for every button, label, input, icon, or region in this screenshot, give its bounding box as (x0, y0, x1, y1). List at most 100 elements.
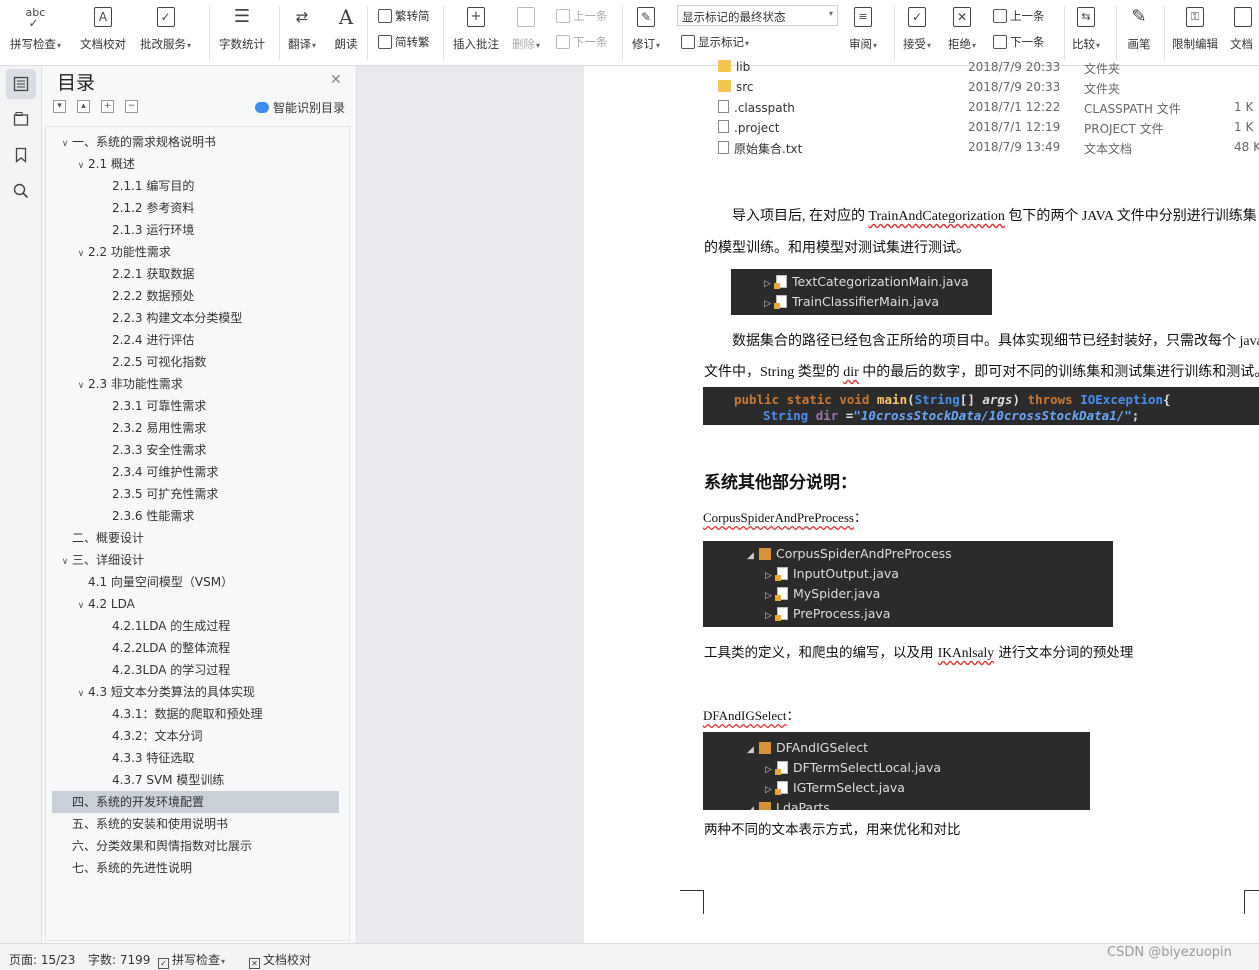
tree-item: ▷ IGTermSelect.java (765, 780, 905, 795)
spellcheck-button[interactable]: abc ✓ 拼写检查▾ (10, 4, 61, 52)
file-type: PROJECT 文件 (1084, 122, 1164, 136)
compare-icon: ⇆ (1073, 4, 1099, 30)
read-aloud-button[interactable]: A 朗读 (333, 4, 359, 52)
toc-icon[interactable] (6, 69, 36, 99)
toc-item[interactable]: 2.2.4 进行评估 (46, 329, 346, 351)
toc-item-label: 4.3.3 特征选取 (112, 751, 195, 765)
toc-item[interactable]: 2.1.3 运行环境 (46, 219, 346, 241)
chevron-down-icon[interactable]: ∨ (74, 155, 88, 177)
trad-to-simp-button[interactable]: 繁转简 (378, 8, 430, 24)
chevron-down-icon[interactable]: ∨ (58, 133, 72, 155)
code-line: String dir ="10crossStockData/10crossSto… (763, 408, 1140, 423)
toc-item[interactable]: 4.3.3 特征选取 (46, 747, 346, 769)
simp-to-trad-button[interactable]: 简转繁 (378, 34, 430, 50)
toc-item-label: 2.3.1 可靠性需求 (112, 399, 207, 413)
reject-button[interactable]: ✕ 拒绝▾ (948, 4, 976, 52)
toc-item[interactable]: 2.1.1 编写目的 (46, 175, 346, 197)
toc-item[interactable]: 4.1 向量空间模型（VSM） (46, 571, 346, 593)
add-level-icon[interactable]: + (101, 100, 114, 113)
file-icon (718, 120, 729, 133)
toc-item[interactable]: 4.2.2LDA 的整体流程 (46, 637, 346, 659)
toc-item[interactable]: 二、概要设计 (46, 527, 346, 549)
toc-item[interactable]: ∨ 三、详细设计 (46, 549, 346, 571)
toc-item[interactable]: 2.2.5 可视化指数 (46, 351, 346, 373)
divider (209, 6, 210, 60)
chevron-down-icon[interactable]: ∨ (74, 375, 88, 397)
chevron-down-icon[interactable]: ∨ (74, 243, 88, 265)
toc-item[interactable]: 4.2.1LDA 的生成过程 (46, 615, 346, 637)
toc-item[interactable]: ∨ 4.2 LDA (46, 593, 346, 615)
accept-button[interactable]: ✓ 接受▾ (903, 4, 931, 52)
toc-item[interactable]: ∨ 2.2 功能性需求 (46, 241, 346, 263)
folder-icon (718, 80, 731, 92)
toc-item[interactable]: 2.3.6 性能需求 (46, 505, 346, 527)
file-date: 2018/7/9 13:49 (968, 140, 1061, 154)
collapse-all-icon[interactable]: ▾ (53, 100, 66, 113)
annotate-service-button[interactable]: ✓ 批改服务▾ (140, 4, 191, 52)
nav-icon[interactable] (6, 104, 36, 134)
search-icon[interactable] (6, 176, 36, 206)
toc-item[interactable]: 4.3.2：文本分词 (46, 725, 346, 747)
status-bar: 页面: 15/23 字数: 7199 ✓ 拼写检查▾ ✕ 文档校对 (0, 943, 1259, 970)
toc-item[interactable]: ∨ 4.3 短文本分类算法的具体实现 (46, 681, 346, 703)
markup-state-select[interactable]: 显示标记的最终状态 ▾ (677, 5, 838, 26)
toc-item[interactable]: 六、分类效果和舆情指数对比展示 (46, 835, 346, 857)
toc-item[interactable]: 2.2.1 获取数据 (46, 263, 346, 285)
divider (1164, 6, 1165, 60)
review-button[interactable]: ≡ 审阅▾ (849, 4, 877, 52)
code-line: public static void main(String[] args) t… (734, 392, 1171, 407)
status-doccheck[interactable]: ✕ 文档校对 (249, 951, 311, 969)
page-indicator[interactable]: 页面: 15/23 (9, 951, 75, 968)
divider (1064, 6, 1065, 60)
doc-more-button[interactable]: 文档 (1230, 4, 1259, 52)
word-count-button[interactable]: ☰ 字数统计 (219, 4, 265, 52)
toc-item[interactable]: 2.1.2 参考资料 (46, 197, 346, 219)
toc-item[interactable]: ∨ 2.1 概述 (46, 153, 346, 175)
paragraph: 导入项目后, 在对应的 TrainAndCategorization 包下的两个… (732, 209, 1257, 224)
translate-button[interactable]: ⇄ 翻译▾ (288, 4, 316, 52)
revise-button[interactable]: ✎ 修订▾ (632, 4, 660, 52)
toc-item[interactable]: 2.2.3 构建文本分类模型 (46, 307, 346, 329)
expand-up-icon[interactable]: ▴ (77, 100, 90, 113)
toc-item[interactable]: 七、系统的先进性说明 (46, 857, 346, 879)
doc-check-button[interactable]: A 文档校对 (80, 4, 126, 52)
pen-button[interactable]: ✎ 画笔 (1126, 4, 1152, 52)
bookmark-icon[interactable] (6, 140, 36, 170)
insert-comment-button[interactable]: + 插入批注 (453, 4, 499, 52)
toc-item[interactable]: 2.3.1 可靠性需求 (46, 395, 346, 417)
smart-toc-button[interactable]: 智能识别目录 (255, 99, 345, 116)
toc-item[interactable]: 2.3.2 易用性需求 (46, 417, 346, 439)
toc-item[interactable]: ∨ 2.3 非功能性需求 (46, 373, 346, 395)
prev-change-button[interactable]: 上一条 (993, 8, 1045, 24)
code-image: public static void main(String[] args) t… (703, 387, 1259, 425)
toc-item[interactable]: 2.3.5 可扩充性需求 (46, 483, 346, 505)
status-spellcheck[interactable]: ✓ 拼写检查▾ (158, 951, 225, 969)
toc-item[interactable]: 2.2.2 数据预处 (46, 285, 346, 307)
tree-item: ◢ LdaParts (747, 800, 830, 810)
next-change-button[interactable]: 下一条 (993, 34, 1045, 50)
compare-button[interactable]: ⇆ 比较▾ (1072, 4, 1100, 52)
delete-comment-button[interactable]: 删除▾ (512, 4, 540, 52)
close-icon[interactable]: ✕ (330, 72, 342, 88)
toc-item[interactable]: ∨ 一、系统的需求规格说明书 (46, 131, 346, 153)
chevron-down-icon[interactable]: ∨ (74, 595, 88, 617)
next-comment-button[interactable]: 下一条 (556, 34, 608, 50)
toc-item[interactable]: 五、系统的安装和使用说明书 (46, 813, 346, 835)
toc-item[interactable]: 2.3.3 安全性需求 (46, 439, 346, 461)
prev-comment-button[interactable]: 上一条 (556, 8, 608, 24)
ribbon-toolbar: abc ✓ 拼写检查▾ A 文档校对 ✓ 批改服务▾ ☰ 字数统计 ⇄ 翻译▾ … (0, 0, 1259, 66)
toc-item-label: 一、系统的需求规格说明书 (72, 135, 217, 149)
show-marks-button[interactable]: 显示标记▾ (681, 34, 749, 50)
chevron-down-icon[interactable]: ∨ (58, 551, 72, 573)
toc-item[interactable]: 2.3.4 可维护性需求 (46, 461, 346, 483)
toc-item-label: 4.2.2LDA 的整体流程 (112, 641, 231, 655)
word-count[interactable]: 字数: 7199 (88, 951, 150, 968)
ai-icon (255, 102, 269, 113)
toc-item[interactable]: 4.3.7 SVM 模型训练 (46, 769, 346, 791)
toc-item[interactable]: 4.2.3LDA 的学习过程 (46, 659, 346, 681)
toc-item[interactable]: 4.3.1：数据的爬取和预处理 (46, 703, 346, 725)
chevron-down-icon[interactable]: ∨ (74, 683, 88, 705)
toc-item[interactable]: 四、系统的开发环境配置 (52, 791, 339, 813)
restrict-edit-button[interactable]: ⚿ 限制编辑 (1172, 4, 1218, 52)
remove-level-icon[interactable]: − (125, 100, 138, 113)
